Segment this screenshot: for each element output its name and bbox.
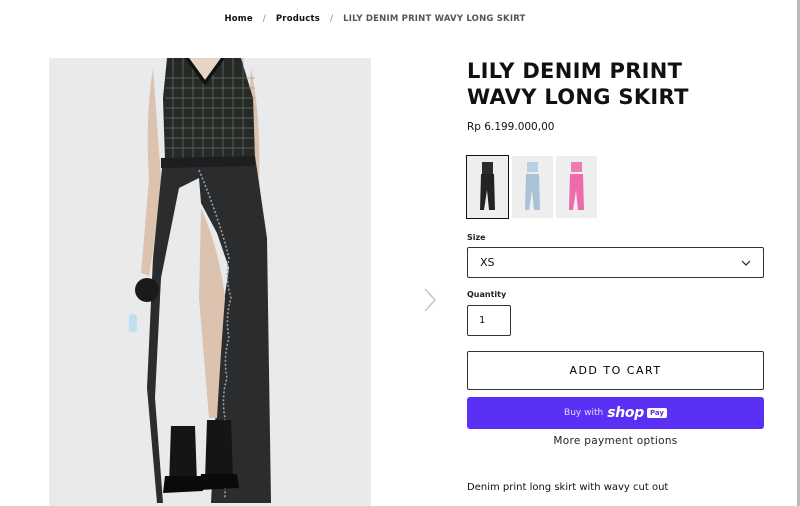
shop-pay-buy-with-text: Buy with <box>564 408 604 418</box>
variant-swatch-pink[interactable] <box>556 156 597 218</box>
product-price: Rp 6.199.000,00 <box>467 121 555 133</box>
product-main-image[interactable] <box>49 58 371 506</box>
quantity-input[interactable]: 1 <box>467 305 511 336</box>
product-info: LILY DENIM PRINT WAVY LONG SKIRT Rp 6.19… <box>466 58 765 493</box>
size-select-value: XS <box>480 256 495 269</box>
breadcrumb: Home / Products / LILY DENIM PRINT WAVY … <box>0 14 750 24</box>
chevron-right-icon <box>424 288 437 312</box>
breadcrumb-home-link[interactable]: Home <box>224 14 252 24</box>
size-select[interactable]: XS <box>467 247 764 278</box>
variant-thumbnail <box>512 156 553 218</box>
breadcrumb-current: LILY DENIM PRINT WAVY LONG SKIRT <box>343 14 526 24</box>
variant-thumbnail <box>556 156 597 218</box>
add-to-cart-button[interactable]: ADD TO CART <box>467 351 764 390</box>
breadcrumb-separator: / <box>329 14 334 24</box>
shop-pay-logo: shop <box>607 405 644 421</box>
product-description: Denim print long skirt with wavy cut out <box>467 482 669 493</box>
variant-swatch-black[interactable] <box>466 155 509 219</box>
shop-pay-button[interactable]: Buy with shop Pay <box>467 397 764 429</box>
size-label: Size <box>467 233 486 242</box>
breadcrumb-separator: / <box>262 14 266 24</box>
variant-swatch-light-blue[interactable] <box>512 156 553 218</box>
variant-thumbnail <box>467 156 508 218</box>
chevron-down-icon <box>741 260 751 266</box>
more-payment-options-link[interactable]: More payment options <box>467 435 764 447</box>
shop-pay-badge: Pay <box>646 408 667 418</box>
product-photo <box>49 58 371 506</box>
quantity-label: Quantity <box>467 290 507 299</box>
quantity-input-value: 1 <box>479 315 486 326</box>
product-title: LILY DENIM PRINT WAVY LONG SKIRT <box>467 59 689 109</box>
gallery-next-button[interactable] <box>420 285 440 315</box>
breadcrumb-products-link[interactable]: Products <box>276 14 320 24</box>
